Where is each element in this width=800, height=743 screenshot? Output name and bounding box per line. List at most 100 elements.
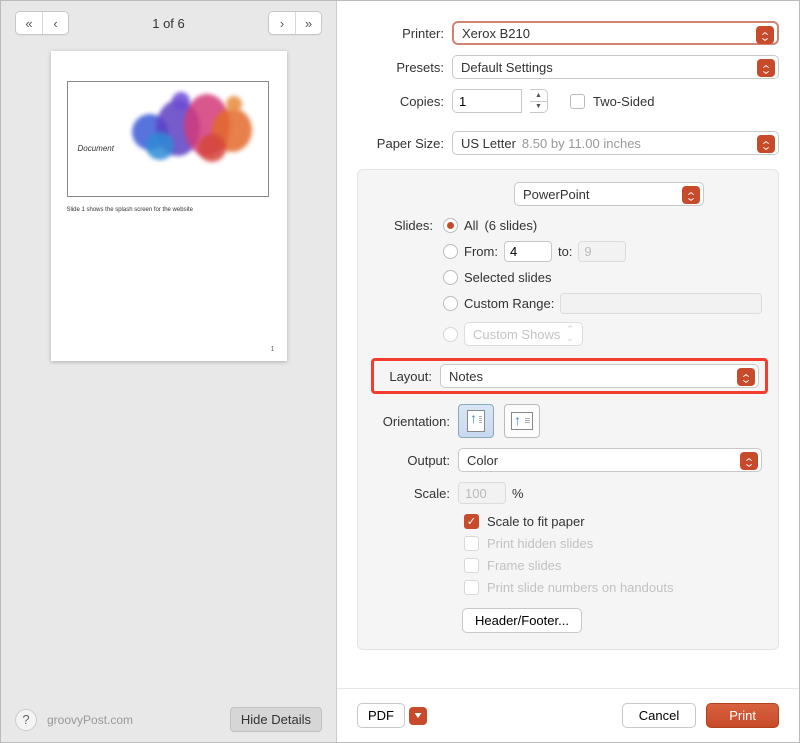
two-sided-label: Two-Sided [593, 94, 654, 109]
two-sided-checkbox[interactable] [570, 94, 585, 109]
hidden-slides-label: Print hidden slides [487, 536, 593, 551]
preview-nav: « ‹ 1 of 6 › » [1, 1, 336, 45]
page-indicator: 1 of 6 [69, 16, 268, 31]
layout-select[interactable]: Notes [440, 364, 759, 388]
pdf-button[interactable]: PDF [357, 703, 405, 728]
paper-size-detail: 8.50 by 11.00 inches [522, 136, 641, 151]
slides-selected-label: Selected slides [464, 270, 551, 285]
presets-value: Default Settings [461, 60, 553, 75]
slides-all-count: (6 slides) [484, 218, 537, 233]
dropdown-caret-icon [756, 26, 774, 44]
paper-size-row: Paper Size: US Letter 8.50 by 11.00 inch… [357, 131, 779, 155]
nav-last-button[interactable]: » [295, 12, 321, 34]
stepper-down-icon[interactable]: ▼ [530, 102, 547, 113]
dropdown-caret-icon [740, 452, 758, 470]
slides-custom-shows-row: Custom Shows ⌃⌄ [441, 322, 762, 346]
updown-icon: ⌃⌄ [566, 325, 574, 343]
output-select[interactable]: Color [458, 448, 762, 472]
fit-paper-label: Scale to fit paper [487, 514, 585, 529]
layout-label: Layout: [377, 369, 440, 384]
hide-details-button[interactable]: Hide Details [230, 707, 322, 732]
slides-from-input[interactable] [504, 241, 552, 262]
output-value: Color [467, 453, 498, 468]
custom-shows-label: Custom Shows [473, 327, 560, 342]
slides-all-label: All [464, 218, 478, 233]
slides-all-row: All (6 slides) [441, 218, 762, 233]
stepper-up-icon[interactable]: ▲ [530, 90, 547, 102]
dropdown-caret-icon [737, 368, 755, 386]
slides-from-radio[interactable] [443, 244, 458, 259]
custom-range-input[interactable] [560, 293, 762, 314]
frame-slides-row: Frame slides [462, 558, 762, 573]
print-options: ✓ Scale to fit paper Print hidden slides… [374, 514, 762, 633]
dropdown-caret-icon [682, 186, 700, 204]
slides-all-radio[interactable] [443, 218, 458, 233]
slide-numbers-checkbox [464, 580, 479, 595]
paper-size-select[interactable]: US Letter 8.50 by 11.00 inches [452, 131, 779, 155]
cancel-button[interactable]: Cancel [622, 703, 696, 728]
app-section-value: PowerPoint [523, 187, 589, 202]
nav-next-button[interactable]: › [269, 12, 295, 34]
presets-select[interactable]: Default Settings [452, 55, 779, 79]
orientation-buttons: ↑ ↑ [458, 404, 540, 438]
presets-label: Presets: [357, 60, 452, 75]
dropdown-caret-icon [757, 135, 775, 153]
nav-first-button[interactable]: « [16, 12, 42, 34]
slides-selected-row: Selected slides [441, 270, 762, 285]
preview-area: Document Slide 1 shows the splash screen… [1, 45, 336, 697]
nav-forward-group: › » [268, 11, 322, 35]
paper-size-label: Paper Size: [357, 136, 452, 151]
watermark-text: groovyPost.com [47, 713, 220, 727]
paper-size-value: US Letter [461, 136, 516, 151]
nav-prev-button[interactable]: ‹ [42, 12, 68, 34]
orientation-landscape-button[interactable]: ↑ [504, 404, 540, 438]
slides-from-row: From: to: [441, 241, 762, 262]
slide-thumbnail: Document [67, 81, 269, 197]
hidden-slides-row: Print hidden slides [462, 536, 762, 551]
slides-row: Slides: All (6 slides) From: to: [374, 218, 762, 354]
pdf-menu: PDF [357, 703, 427, 728]
speaker-note: Slide 1 shows the splash screen for the … [67, 207, 271, 213]
printer-row: Printer: Xerox B210 [357, 21, 779, 45]
pdf-dropdown-icon[interactable] [409, 707, 427, 725]
scale-row: Scale: % [374, 482, 762, 504]
settings-panel: Printer: Xerox B210 Presets: Default Set… [337, 1, 799, 742]
scale-label: Scale: [374, 486, 458, 501]
fit-paper-checkbox[interactable]: ✓ [464, 514, 479, 529]
slides-custom-range-row: Custom Range: [441, 293, 762, 314]
output-label: Output: [374, 453, 458, 468]
orientation-portrait-button[interactable]: ↑ [458, 404, 494, 438]
preview-page-number: 1 [271, 346, 275, 353]
copies-input[interactable] [452, 89, 522, 113]
print-button[interactable]: Print [706, 703, 779, 728]
copies-row: Copies: ▲ ▼ Two-Sided [357, 89, 779, 113]
nav-back-group: « ‹ [15, 11, 69, 35]
orientation-label: Orientation: [374, 414, 458, 429]
slides-label: Slides: [374, 218, 441, 233]
preview-panel: « ‹ 1 of 6 › » [1, 1, 337, 742]
copies-label: Copies: [357, 94, 452, 109]
app-section-select[interactable]: PowerPoint [514, 182, 704, 206]
hidden-slides-checkbox [464, 536, 479, 551]
scale-input [458, 482, 506, 504]
preview-page: Document Slide 1 shows the splash screen… [51, 51, 287, 361]
dialog-footer: PDF Cancel Print [337, 688, 799, 742]
slides-custom-range-radio[interactable] [443, 296, 458, 311]
copies-stepper[interactable]: ▲ ▼ [530, 89, 548, 113]
scale-percent: % [512, 486, 524, 501]
help-button[interactable]: ? [15, 709, 37, 731]
slides-to-input[interactable] [578, 241, 626, 262]
output-row: Output: Color [374, 448, 762, 472]
slides-selected-radio[interactable] [443, 270, 458, 285]
slides-from-label: From: [464, 244, 498, 259]
printer-value: Xerox B210 [462, 26, 530, 41]
printer-select[interactable]: Xerox B210 [452, 21, 779, 45]
presets-row: Presets: Default Settings [357, 55, 779, 79]
layout-value: Notes [449, 369, 483, 384]
header-footer-button[interactable]: Header/Footer... [462, 608, 582, 633]
print-dialog: « ‹ 1 of 6 › » [0, 0, 800, 743]
dropdown-caret-icon [757, 59, 775, 77]
splatter-graphic [128, 88, 268, 188]
frame-slides-label: Frame slides [487, 558, 561, 573]
copies-control: ▲ ▼ Two-Sided [452, 89, 654, 113]
